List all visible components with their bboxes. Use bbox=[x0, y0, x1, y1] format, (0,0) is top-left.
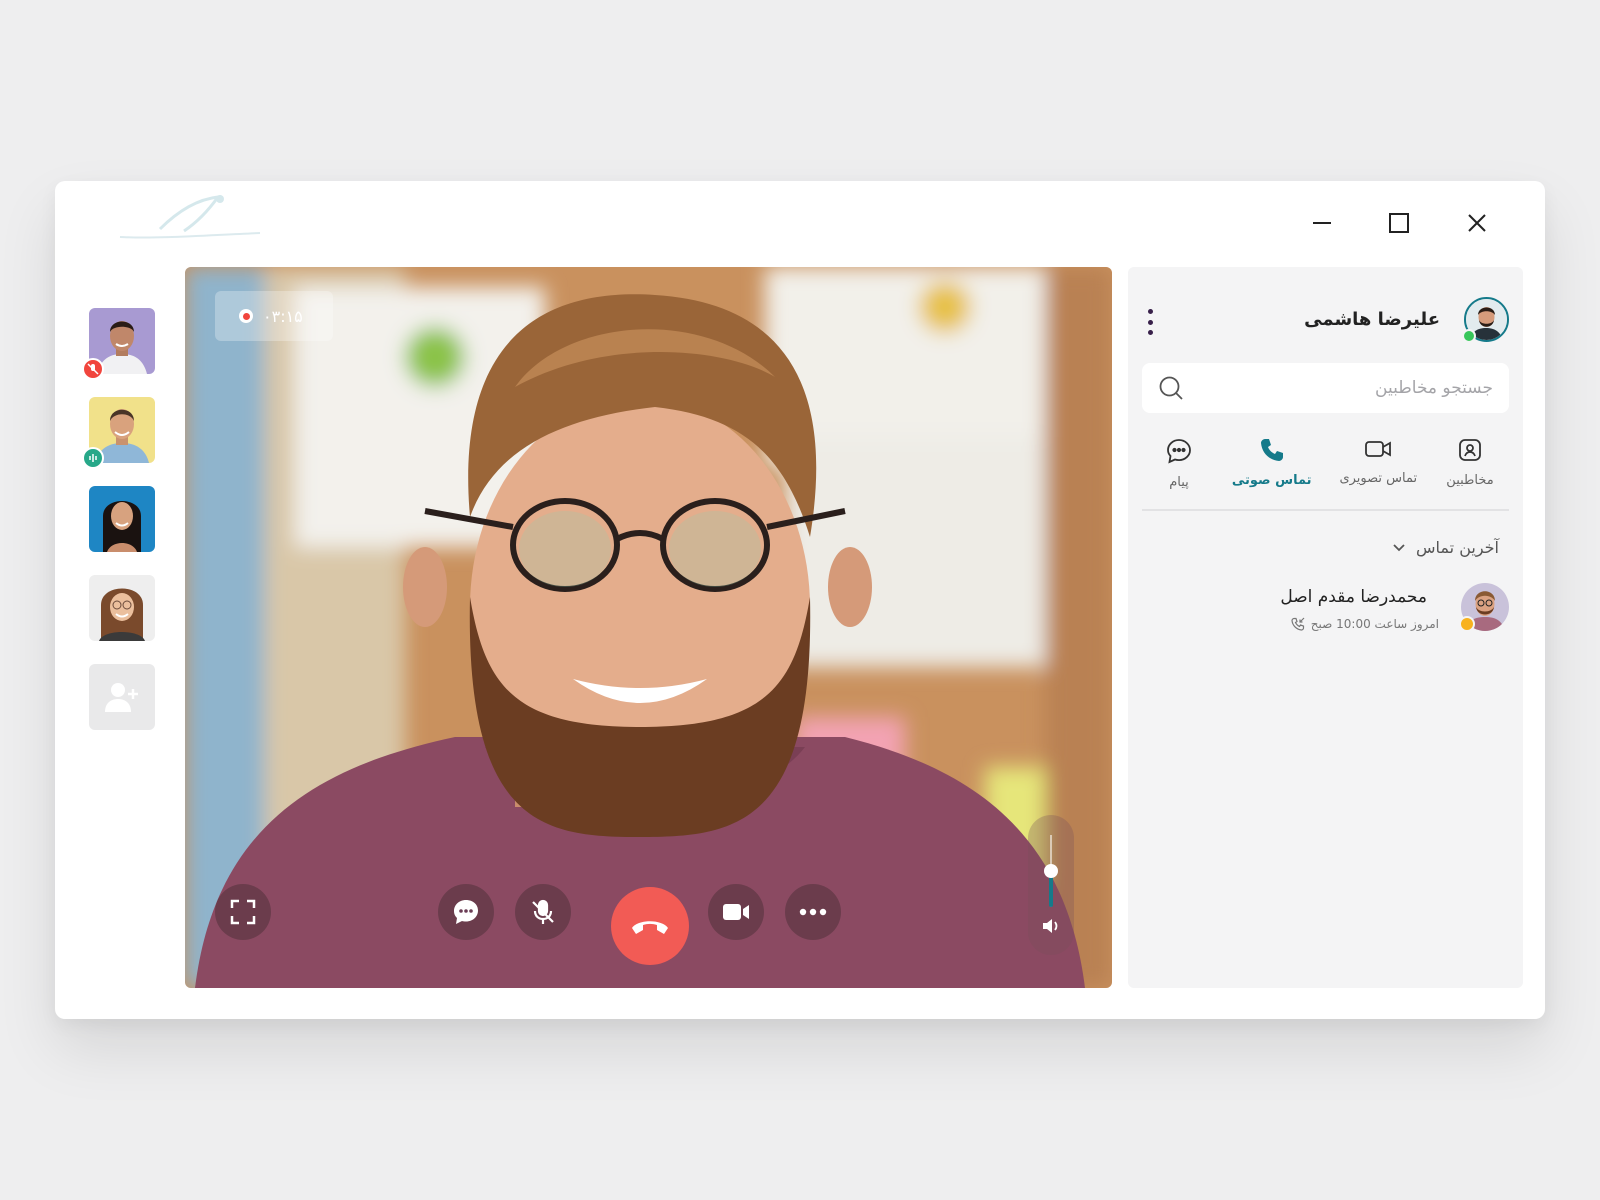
search-input[interactable] bbox=[1184, 378, 1493, 398]
incoming-call-icon bbox=[1291, 617, 1305, 631]
more-dots-icon bbox=[799, 908, 827, 916]
tab-label: مخاطبین bbox=[1446, 473, 1494, 488]
app-window: ۰۳:۱۵ علیرضا هاشمی جستجو مخاطبین مخاطبین… bbox=[55, 181, 1545, 1019]
hangup-button[interactable] bbox=[611, 887, 689, 965]
contacts-panel: علیرضا هاشمی مخاطبین تماس تصویری bbox=[1128, 267, 1523, 988]
kebab-menu-icon bbox=[1147, 309, 1153, 314]
video-feed bbox=[185, 267, 1112, 988]
phone-hangup-icon bbox=[632, 921, 668, 934]
phone-icon bbox=[1260, 439, 1283, 461]
audio-wave-icon bbox=[89, 454, 97, 462]
participant-avatar bbox=[89, 486, 155, 552]
volume-knob[interactable] bbox=[1044, 864, 1058, 878]
main-video: ۰۳:۱۵ bbox=[185, 267, 1112, 988]
recent-call-item[interactable]: محمدرضا مقدم اصل امروز ساعت 10:00 صبح bbox=[1142, 583, 1509, 643]
search-box[interactable] bbox=[1142, 363, 1509, 413]
app-logo bbox=[119, 195, 261, 239]
online-indicator bbox=[1462, 329, 1476, 343]
participant-tile[interactable] bbox=[82, 397, 155, 469]
video-toggle-button[interactable] bbox=[708, 884, 764, 940]
search-icon[interactable] bbox=[1158, 375, 1184, 401]
volume-icon bbox=[1043, 919, 1058, 933]
add-user-icon bbox=[105, 683, 138, 712]
maximize-button[interactable] bbox=[1379, 203, 1419, 243]
fullscreen-button[interactable] bbox=[215, 884, 271, 940]
nav-tabs: مخاطبین تماس تصویری تماس صوتی پیام bbox=[1142, 437, 1509, 491]
mic-off-icon bbox=[532, 899, 554, 924]
call-meta: امروز ساعت 10:00 صبح bbox=[1291, 617, 1439, 631]
video-camera-icon bbox=[723, 904, 749, 920]
video-call-icon bbox=[1365, 441, 1392, 457]
tab-voice-call[interactable]: تماس صوتی bbox=[1232, 437, 1312, 491]
volume-slider[interactable] bbox=[1028, 815, 1074, 955]
user-name: علیرضا هاشمی bbox=[1304, 309, 1440, 330]
mute-button[interactable] bbox=[515, 884, 571, 940]
chevron-down-icon bbox=[1393, 543, 1405, 551]
chat-button[interactable] bbox=[438, 884, 494, 940]
contacts-icon bbox=[1459, 439, 1481, 461]
recent-calls-dropdown[interactable]: آخرین تماس bbox=[1392, 538, 1499, 557]
current-user: علیرضا هاشمی bbox=[1304, 297, 1509, 343]
participant-tile[interactable] bbox=[89, 486, 155, 552]
call-timer: ۰۳:۱۵ bbox=[215, 291, 333, 341]
participant-tile[interactable] bbox=[82, 308, 155, 380]
timer-text: ۰۳:۱۵ bbox=[263, 306, 303, 326]
participant-avatar bbox=[89, 575, 155, 641]
participant-tile[interactable] bbox=[89, 575, 155, 641]
close-button[interactable] bbox=[1457, 203, 1497, 243]
tab-label: تماس صوتی bbox=[1231, 473, 1312, 488]
mic-off-icon bbox=[87, 363, 99, 375]
menu-button[interactable] bbox=[1144, 309, 1156, 335]
user-avatar[interactable] bbox=[1462, 297, 1509, 343]
fullscreen-icon bbox=[230, 899, 256, 925]
recent-calls-label: آخرین تماس bbox=[1416, 538, 1499, 557]
maximize-icon bbox=[1389, 213, 1409, 233]
caller-name: محمدرضا مقدم اصل bbox=[1280, 587, 1427, 607]
tabs-divider bbox=[1142, 509, 1509, 511]
add-participant-button[interactable] bbox=[89, 664, 155, 730]
chat-bubble-icon bbox=[454, 900, 478, 924]
tab-label: پیام bbox=[1169, 475, 1189, 490]
tab-label: تماس تصویری bbox=[1339, 471, 1418, 486]
tab-video-call[interactable]: تماس تصویری bbox=[1339, 437, 1417, 491]
record-icon bbox=[239, 309, 253, 323]
minimize-icon bbox=[1313, 222, 1331, 224]
muted-badge bbox=[82, 358, 104, 380]
away-indicator bbox=[1459, 616, 1475, 632]
tab-contacts[interactable]: مخاطبین bbox=[1445, 437, 1495, 491]
speaking-badge bbox=[82, 447, 104, 469]
participants-list bbox=[82, 308, 155, 730]
message-icon bbox=[1167, 439, 1191, 464]
call-time: امروز ساعت 10:00 صبح bbox=[1310, 617, 1439, 631]
close-icon bbox=[1468, 214, 1486, 232]
caller-avatar bbox=[1459, 583, 1509, 632]
tab-messages[interactable]: پیام bbox=[1154, 437, 1204, 491]
minimize-button[interactable] bbox=[1302, 203, 1342, 243]
more-options-button[interactable] bbox=[785, 884, 841, 940]
